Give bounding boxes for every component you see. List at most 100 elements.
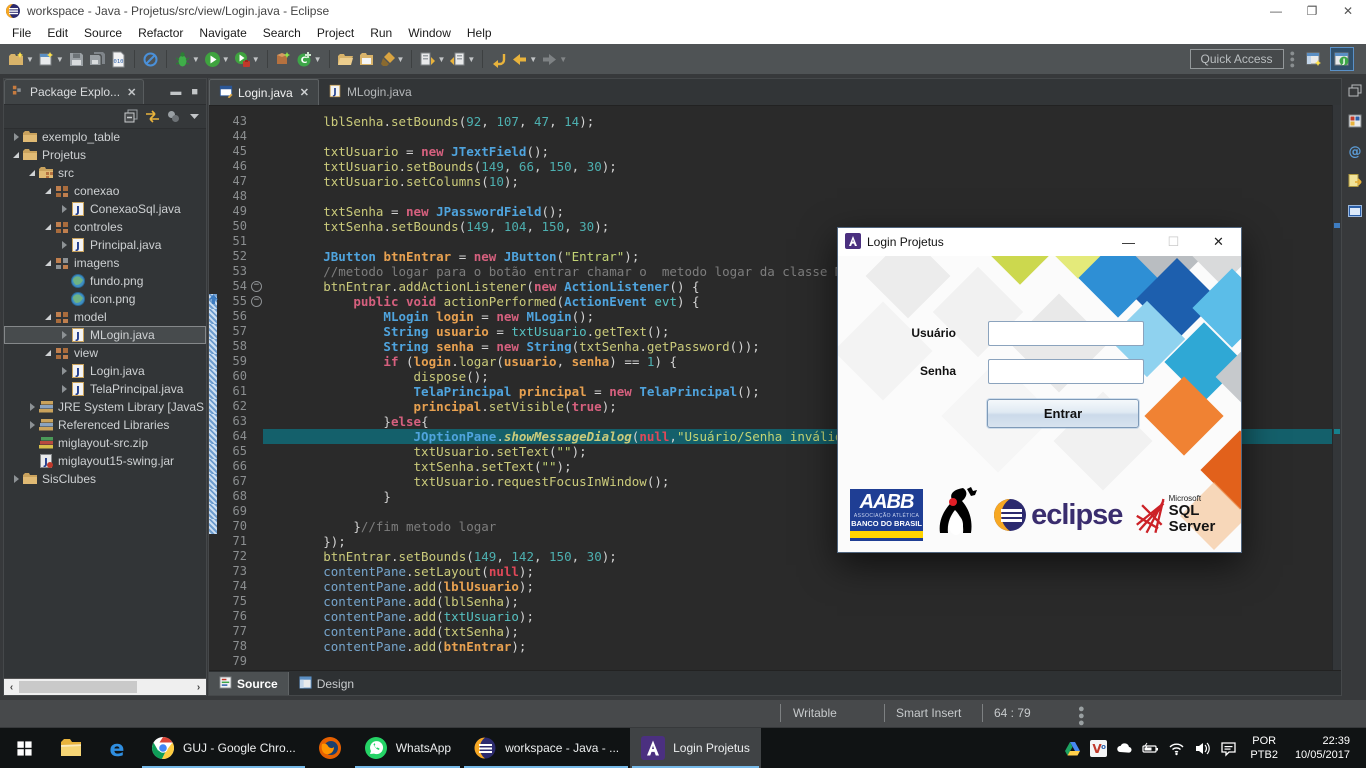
package-explorer-close-icon[interactable]: ✕ [127,86,136,99]
back-button[interactable]: ▼ [509,47,539,71]
menu-window[interactable]: Window [400,24,459,42]
tree-item-principal-java[interactable]: JPrincipal.java [4,236,206,254]
tree-item-imagens[interactable]: imagens [4,254,206,272]
code-line-47[interactable]: 47 txtUsuario.setColumns(10); [209,174,1341,189]
external-tools-button[interactable]: ▼ [232,47,262,71]
tray-wifi-icon[interactable] [1168,740,1185,757]
new-wizard-button[interactable]: ▼ [6,47,36,71]
user-input[interactable] [988,321,1144,346]
dialog-minimize-button[interactable]: — [1106,228,1151,256]
taskbar-item-firefox[interactable] [307,728,353,768]
taskbar-item-eclipse-app[interactable]: workspace - Java - ... [462,728,630,768]
code-line-74[interactable]: 74 contentPane.add(lblUsuario); [209,579,1341,594]
tab-close-icon[interactable]: ✕ [300,86,309,99]
last-edit-location-button[interactable] [488,47,509,71]
start-button[interactable] [0,728,48,768]
taskbar-item-file-explorer[interactable] [48,728,94,768]
tree-item-conexaosql-java[interactable]: JConexaoSql.java [4,200,206,218]
clock[interactable]: 22:3910/05/2017 [1291,734,1354,762]
dialog-close-button[interactable]: ✕ [1196,228,1241,256]
menu-search[interactable]: Search [255,24,309,42]
menu-run[interactable]: Run [362,24,400,42]
tree-item-jre-system-library-javas[interactable]: JRE System Library [JavaS [4,398,206,416]
code-line-44[interactable]: 44 [209,129,1341,144]
scroll-right-icon[interactable]: › [191,682,206,693]
tree-item-telaprincipal-java[interactable]: JTelaPrincipal.java [4,380,206,398]
new-class-button[interactable]: C▼ [294,47,324,71]
tree-item-model[interactable]: model [4,308,206,326]
tree-item-referenced-libraries[interactable]: Referenced Libraries [4,416,206,434]
entrar-button[interactable]: Entrar [987,399,1139,428]
forward-button[interactable]: ▼ [539,47,569,71]
filters-button[interactable] [166,109,181,124]
menu-refactor[interactable]: Refactor [130,24,191,42]
tree-item-conexao[interactable]: conexao [4,182,206,200]
link-with-editor-button[interactable] [145,109,160,124]
taskbar-item-edge[interactable]: e [94,728,140,768]
restore-view-icon[interactable] [1347,83,1363,104]
editor-tab-login-java[interactable]: Login.java✕ [209,79,319,105]
code-line-49[interactable]: 49 txtSenha = new JPasswordField(); [209,204,1341,219]
window-close-button[interactable]: ✕ [1330,0,1366,22]
taskbar-item-login-a[interactable]: Login Projetus [630,728,761,768]
expanded-arrow-icon[interactable] [42,260,54,266]
tree-item-controles[interactable]: controles [4,218,206,236]
code-line-79[interactable]: 79 [209,654,1341,669]
debug-button[interactable]: ▼ [172,47,202,71]
tree-item-projetus[interactable]: Projetus [4,146,206,164]
window-restore-button[interactable]: ❐ [1294,0,1330,22]
binary-file-button[interactable]: 010 [108,47,129,71]
fold-collapse-icon[interactable]: − [250,279,263,294]
tray-onedrive-icon[interactable] [1116,740,1133,757]
menu-navigate[interactable]: Navigate [191,24,254,42]
expanded-arrow-icon[interactable] [42,350,54,356]
tree-item-fundo-png[interactable]: fundo.png [4,272,206,290]
collapsed-arrow-icon[interactable] [10,133,22,141]
collapsed-arrow-icon[interactable] [58,241,70,249]
taskbar-item-chrome[interactable]: GUJ - Google Chro... [140,728,307,768]
declaration-icon[interactable] [1347,173,1363,194]
overview-ruler[interactable] [1332,105,1341,671]
collapsed-arrow-icon[interactable] [58,367,70,375]
code-line-78[interactable]: 78 contentPane.add(btnEntrar); [209,639,1341,654]
scroll-left-icon[interactable]: ‹ [4,682,19,693]
quick-access-box[interactable]: Quick Access [1190,49,1284,69]
code-line-48[interactable]: 48 [209,189,1341,204]
tray-volume-icon[interactable] [1194,740,1211,757]
tree-item-miglayout-src-zip[interactable]: miglayout-src.zip [4,434,206,452]
collapsed-arrow-icon[interactable] [58,385,70,393]
collapsed-arrow-icon[interactable] [26,421,38,429]
expanded-arrow-icon[interactable] [10,152,22,158]
java-perspective-button[interactable]: J [1330,47,1354,71]
explorer-maximize-icon[interactable]: ■ [191,86,198,98]
tree-item-login-java[interactable]: JLogin.java [4,362,206,380]
scrollbar-thumb[interactable] [19,681,137,693]
expanded-arrow-icon[interactable] [42,314,54,320]
window-minimize-button[interactable]: — [1258,0,1294,22]
explorer-minimize-icon[interactable]: ▬ [170,86,181,98]
view-tab-source[interactable]: Source [209,672,289,695]
tree-item-view[interactable]: view [4,344,206,362]
tree-item-mlogin-java[interactable]: JMLogin.java [4,326,206,344]
tray-action-center-icon[interactable] [1220,740,1237,757]
fold-collapse-icon[interactable]: − [250,294,263,309]
code-line-75[interactable]: 75 contentPane.add(lblSenha); [209,594,1341,609]
package-explorer-tab[interactable]: Package Explo... ✕ [4,79,144,104]
task-list-icon[interactable] [1347,113,1363,134]
tree-item-miglayout15-swing-jar[interactable]: Jmiglayout15-swing.jar [4,452,206,470]
menu-file[interactable]: File [4,24,39,42]
save-button[interactable] [66,47,87,71]
tree-item-icon-png[interactable]: icon.png [4,290,206,308]
open-perspective-button[interactable] [1302,47,1326,71]
save-all-button[interactable] [87,47,108,71]
code-line-45[interactable]: 45 txtUsuario = new JTextField(); [209,144,1341,159]
expanded-arrow-icon[interactable] [42,224,54,230]
view-tab-design[interactable]: Design [289,672,364,695]
skip-breakpoints-button[interactable] [140,47,161,71]
open-type-button[interactable] [335,47,356,71]
editor-tab-mlogin-java[interactable]: JMLogin.java [319,79,421,105]
menu-edit[interactable]: Edit [39,24,76,42]
run-button[interactable]: ▼ [202,47,232,71]
code-line-76[interactable]: 76 contentPane.add(txtUsuario); [209,609,1341,624]
collapsed-arrow-icon[interactable] [26,403,38,411]
